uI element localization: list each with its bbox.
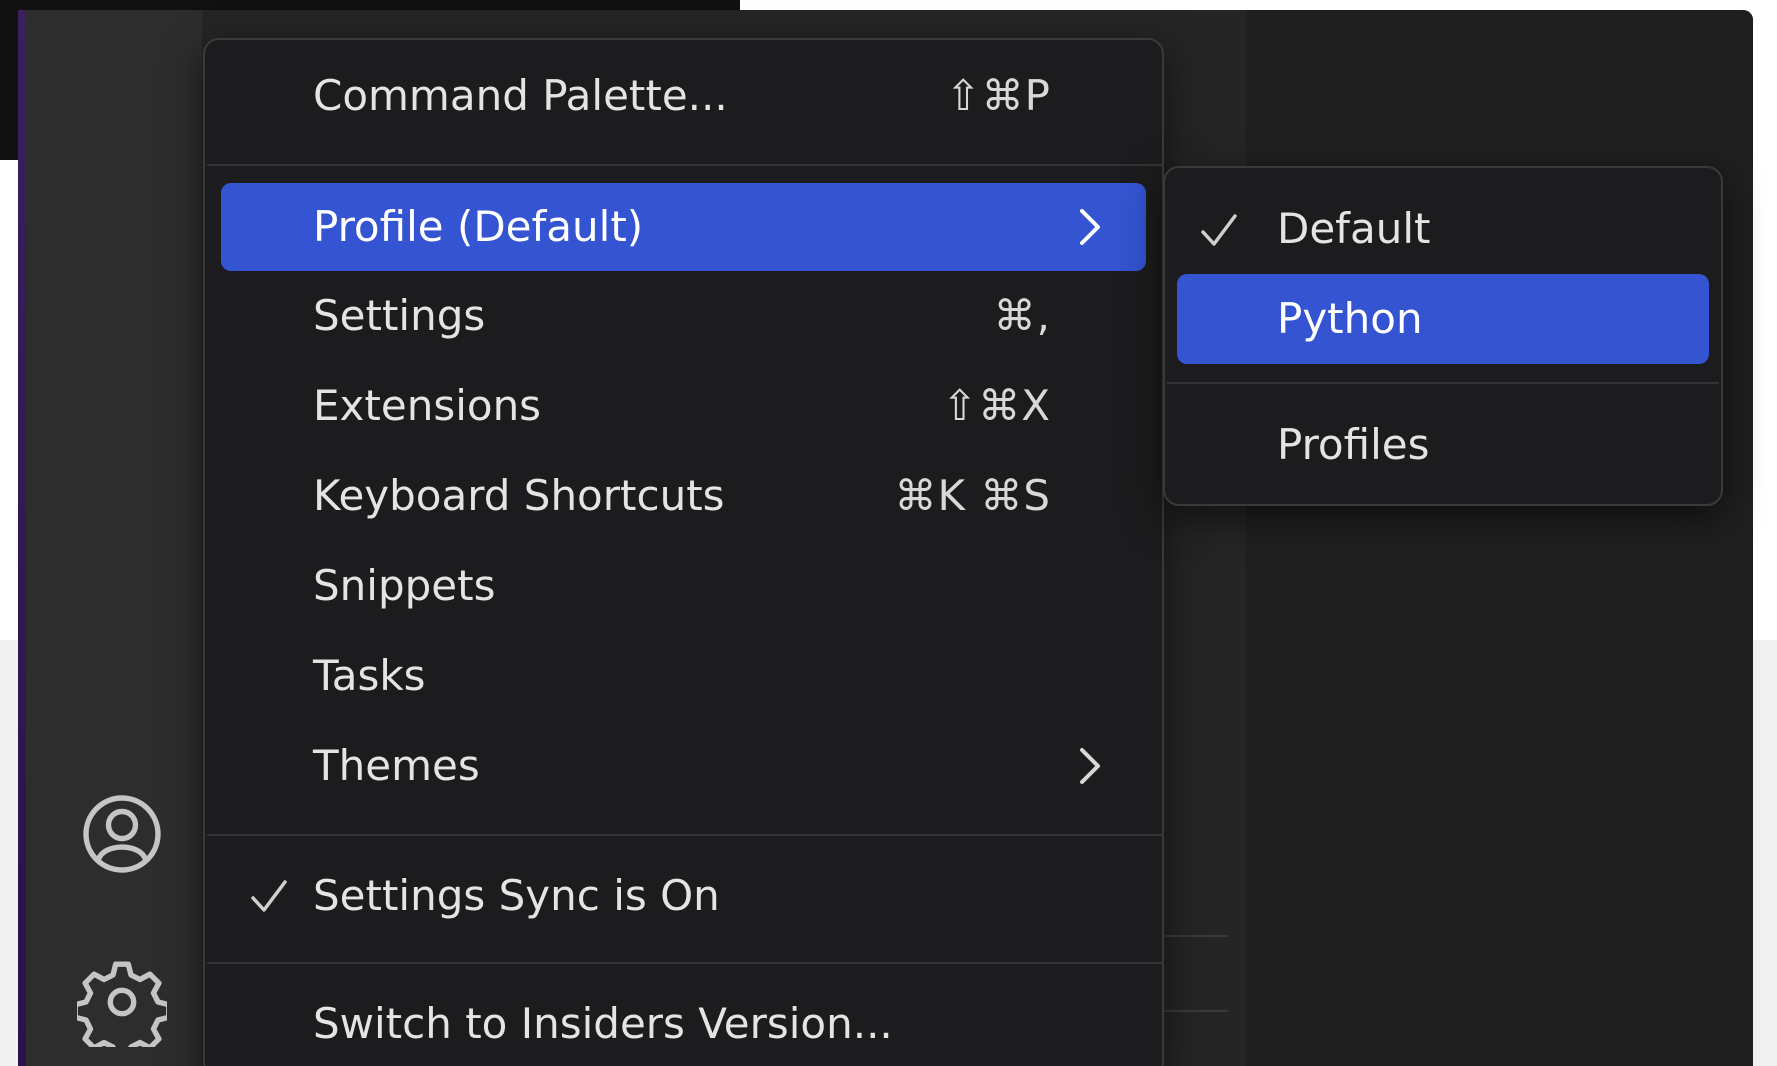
menu-item-settings-sync[interactable]: Settings Sync is On bbox=[221, 852, 1146, 940]
menu-item-label: Switch to Insiders Version... bbox=[313, 999, 893, 1048]
menu-item-label: Keyboard Shortcuts bbox=[313, 471, 725, 520]
menu-item-label: Profile (Default) bbox=[313, 202, 644, 251]
menu-separator bbox=[207, 962, 1164, 964]
checkmark-icon bbox=[1201, 214, 1237, 246]
menu-item-label: Command Palette... bbox=[313, 71, 728, 120]
menu-item-switch-insiders[interactable]: Switch to Insiders Version... bbox=[221, 980, 1146, 1066]
chevron-right-icon bbox=[1080, 209, 1100, 245]
menu-separator bbox=[207, 834, 1164, 836]
submenu-item-profiles[interactable]: Profiles bbox=[1177, 400, 1709, 490]
menu-item-command-palette[interactable]: Command Palette... ⇧⌘P bbox=[221, 52, 1146, 140]
manage-menu: Command Palette... ⇧⌘P Profile (Default)… bbox=[203, 38, 1164, 1066]
manage-gear-icon[interactable] bbox=[70, 950, 174, 1054]
submenu-item-python[interactable]: Python bbox=[1177, 274, 1709, 364]
menu-item-extensions[interactable]: Extensions ⇧⌘X bbox=[221, 362, 1146, 450]
activity-bar bbox=[26, 10, 202, 1066]
menu-item-themes[interactable]: Themes bbox=[221, 722, 1146, 810]
menu-item-label: Settings bbox=[313, 291, 486, 340]
menu-item-shortcut: ⌘, bbox=[993, 291, 1051, 340]
menu-separator bbox=[207, 164, 1164, 166]
menu-item-label: Themes bbox=[313, 741, 480, 790]
chevron-right-icon bbox=[1080, 748, 1100, 784]
submenu-item-label: Profiles bbox=[1277, 420, 1430, 469]
menu-item-settings[interactable]: Settings ⌘, bbox=[221, 272, 1146, 360]
accounts-icon[interactable] bbox=[70, 782, 174, 886]
window-edge bbox=[18, 10, 26, 1066]
screenshot-stage: Command Palette... ⇧⌘P Profile (Default)… bbox=[0, 0, 1777, 1066]
menu-item-label: Settings Sync is On bbox=[313, 871, 720, 920]
menu-item-shortcut: ⇧⌘X bbox=[942, 381, 1051, 430]
menu-item-label: Snippets bbox=[313, 561, 496, 610]
menu-item-keyboard-shortcuts[interactable]: Keyboard Shortcuts ⌘K ⌘S bbox=[221, 452, 1146, 540]
checkmark-icon bbox=[251, 880, 287, 912]
menu-item-label: Extensions bbox=[313, 381, 542, 430]
menu-item-label: Tasks bbox=[313, 651, 426, 700]
submenu-item-default[interactable]: Default bbox=[1177, 184, 1709, 274]
submenu-item-label: Default bbox=[1277, 204, 1431, 253]
menu-item-tasks[interactable]: Tasks bbox=[221, 632, 1146, 720]
menu-item-shortcut: ⌘K ⌘S bbox=[894, 471, 1051, 520]
menu-item-snippets[interactable]: Snippets bbox=[221, 542, 1146, 630]
submenu-item-label: Python bbox=[1277, 294, 1423, 343]
profile-submenu: Default Python Profiles bbox=[1163, 166, 1723, 506]
submenu-separator bbox=[1167, 382, 1719, 384]
menu-item-shortcut: ⇧⌘P bbox=[945, 71, 1051, 120]
menu-item-profile[interactable]: Profile (Default) bbox=[221, 183, 1146, 271]
